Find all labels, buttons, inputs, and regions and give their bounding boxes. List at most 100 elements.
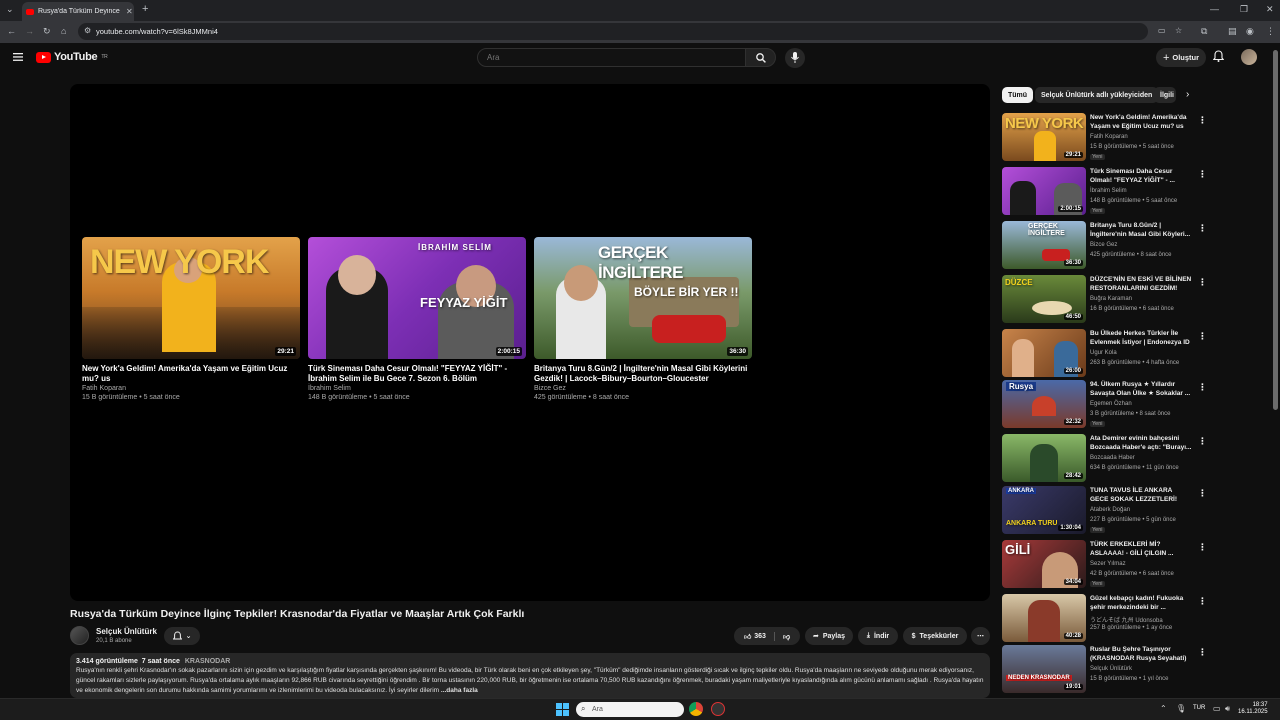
sidebar-video-item[interactable]: NEDEN KRASNODAR 19:01 Ruslar Bu Şehre Ta…	[1002, 645, 1212, 693]
download-button[interactable]: ⤓ İndir	[858, 627, 898, 645]
create-button[interactable]: + Oluştur	[1156, 48, 1206, 67]
channel-name[interactable]: Selçuk Ünlütürk	[96, 627, 157, 636]
more-vertical-icon[interactable]: ⋮	[1198, 169, 1207, 180]
sidebar-video-item[interactable]: ANKARA ANKARA TURU 1:30:04 TUNA TAVUS İL…	[1002, 486, 1212, 534]
minimize-icon[interactable]: —	[1210, 4, 1219, 14]
voice-search-button[interactable]	[785, 48, 805, 68]
site-info-icon[interactable]: ⚙	[84, 26, 91, 35]
maximize-icon[interactable]: ❐	[1240, 4, 1248, 15]
endscreen-title[interactable]: New York'a Geldim! Amerika'da Yaşam ve E…	[82, 364, 300, 384]
sidebar-title[interactable]: Güzel kebapçı kadın! Fukuoka şehir merke…	[1090, 594, 1192, 612]
endscreen-title[interactable]: Türk Sineması Daha Cesur Olmalı! "FEYYAZ…	[308, 364, 526, 384]
sidebar-title[interactable]: Britanya Turu 8.Gün/2 | İngiltere'nin Ma…	[1090, 221, 1192, 239]
sidebar-thumbnail[interactable]: 26:00	[1002, 329, 1086, 377]
like-button[interactable]: 👍︎ 363	[744, 631, 775, 641]
more-actions-button[interactable]: ⋯	[971, 627, 990, 645]
endscreen-thumbnail[interactable]: İBRAHİM SELİM FEYYAZ YİĞİT 2:00:15	[308, 237, 526, 359]
subscription-bell-button[interactable]: ⌄	[164, 627, 200, 645]
more-vertical-icon[interactable]: ⋮	[1198, 115, 1207, 126]
endscreen-thumbnail[interactable]: NEW YORK 29:21	[82, 237, 300, 359]
home-icon[interactable]: ⌂	[61, 26, 66, 36]
sidebar-title[interactable]: Ata Demirer evinin bahçesini Bozcaada Ha…	[1090, 434, 1192, 452]
bookmark-star-icon[interactable]: ☆	[1175, 26, 1182, 35]
sidebar-title[interactable]: Türk Sineması Daha Cesur Olmalı! "FEYYAZ…	[1090, 167, 1192, 185]
tab-search-icon[interactable]: ▤	[1228, 26, 1237, 37]
sidebar-title[interactable]: 94. Ülkem Rusya ★ Yıllardır Savaşta Olan…	[1090, 380, 1192, 398]
chip-all[interactable]: Tümü	[1002, 87, 1034, 103]
share-button[interactable]: ➦ Paylaş	[805, 627, 853, 645]
sidebar-thumbnail[interactable]: GİLİ 34:04	[1002, 540, 1086, 588]
taskbar-search[interactable]: ⌕ Ara	[576, 702, 684, 717]
forward-icon[interactable]: →	[25, 26, 34, 36]
close-window-icon[interactable]: ✕	[1266, 4, 1274, 15]
sidebar-video-item[interactable]: DÜZCE 46:50 DÜZCE'NİN EN ESKİ VE BİLİNEN…	[1002, 275, 1212, 323]
description-box[interactable]: 3.414 görüntüleme 7 saat önce KRASNODAR …	[70, 653, 990, 698]
more-vertical-icon[interactable]: ⋮	[1198, 223, 1207, 234]
network-icon[interactable]: ▭	[1213, 704, 1221, 713]
sidebar-video-item[interactable]: GERÇEK İNGİLTERE 36:30 Britanya Turu 8.G…	[1002, 221, 1212, 269]
sidebar-title[interactable]: TUNA TAVUS İLE ANKARA GECE SOKAK LEZZETL…	[1090, 486, 1192, 504]
sidebar-thumbnail[interactable]: 28:42	[1002, 434, 1086, 482]
windows-start-icon[interactable]	[556, 703, 569, 716]
sidebar-thumbnail[interactable]: ANKARA ANKARA TURU 1:30:04	[1002, 486, 1086, 534]
more-vertical-icon[interactable]: ⋮	[1198, 331, 1207, 342]
cast-icon[interactable]: ▭	[1158, 26, 1166, 35]
language-indicator[interactable]: TUR	[1193, 705, 1205, 711]
system-clock[interactable]: 18:37 16.11.2025	[1238, 702, 1268, 716]
sidebar-video-item[interactable]: Rusya 32:32 94. Ülkem Rusya ★ Yıllardır …	[1002, 380, 1212, 428]
sidebar-video-item[interactable]: 28:42 Ata Demirer evinin bahçesini Bozca…	[1002, 434, 1212, 482]
sidebar-title[interactable]: Bu Ülkede Herkes Türkler İle Evlenmek İs…	[1090, 329, 1192, 347]
sidebar-title[interactable]: DÜZCE'NİN EN ESKİ VE BİLİNEN RESTORANLAR…	[1090, 275, 1192, 293]
more-vertical-icon[interactable]: ⋮	[1198, 277, 1207, 288]
chrome-taskbar-icon[interactable]	[689, 702, 703, 716]
hamburger-menu-icon[interactable]	[13, 53, 23, 61]
sidebar-video-item[interactable]: GİLİ 34:04 TÜRK ERKEKLERİ Mİ? ASLAAAA! -…	[1002, 540, 1212, 588]
thanks-button[interactable]: $ Teşekkürler	[903, 627, 967, 645]
endscreen-card[interactable]: İBRAHİM SELİM FEYYAZ YİĞİT 2:00:15 Türk …	[308, 237, 526, 401]
more-vertical-icon[interactable]: ⋮	[1198, 542, 1207, 553]
profile-icon[interactable]: ◉	[1246, 26, 1254, 37]
extensions-icon[interactable]: ⧉	[1201, 26, 1207, 37]
dislike-button[interactable]: 👎︎	[779, 632, 790, 641]
tray-mic-icon[interactable]: 🎙︎	[1176, 704, 1186, 713]
sidebar-title[interactable]: TÜRK ERKEKLERİ Mİ? ASLAAAA! - GİLİ ÇILGI…	[1090, 540, 1192, 558]
sidebar-video-item[interactable]: 26:00 Bu Ülkede Herkes Türkler İle Evlen…	[1002, 329, 1212, 377]
sidebar-thumbnail[interactable]: NEW YORK 29:21	[1002, 113, 1086, 161]
sidebar-video-item[interactable]: 2:00:15 Türk Sineması Daha Cesur Olmalı!…	[1002, 167, 1212, 215]
endscreen-card[interactable]: GERÇEK İNGİLTERE BÖYLE BİR YER !! 36:30 …	[534, 237, 752, 401]
account-avatar[interactable]	[1241, 49, 1257, 65]
sidebar-thumbnail[interactable]: Rusya 32:32	[1002, 380, 1086, 428]
search-input[interactable]	[477, 48, 746, 67]
browser-menu-icon[interactable]: ⋮	[1266, 26, 1275, 37]
endscreen-title[interactable]: Britanya Turu 8.Gün/2 | İngiltere'nin Ma…	[534, 364, 752, 384]
browser-tab[interactable]: Rusya'da Türküm Deyince İlginç ✕	[22, 2, 134, 21]
sidebar-video-item[interactable]: NEW YORK 29:21 New York'a Geldim! Amerik…	[1002, 113, 1212, 161]
back-icon[interactable]: ←	[7, 26, 16, 36]
chip-from-uploader[interactable]: Selçuk Ünlütürk adlı yükleyiciden	[1035, 87, 1159, 103]
sidebar-thumbnail[interactable]: GERÇEK İNGİLTERE 36:30	[1002, 221, 1086, 269]
more-vertical-icon[interactable]: ⋮	[1198, 647, 1207, 658]
app-taskbar-icon[interactable]	[711, 702, 725, 716]
channel-avatar[interactable]	[70, 626, 89, 645]
notifications-bell-icon[interactable]	[1213, 50, 1224, 62]
page-scrollbar[interactable]	[1273, 50, 1278, 410]
video-player[interactable]: NEW YORK 29:21 New York'a Geldim! Amerik…	[70, 84, 990, 601]
hashtag[interactable]: KRASNODAR	[185, 658, 231, 665]
sidebar-title[interactable]: New York'a Geldim! Amerika'da Yaşam ve E…	[1090, 113, 1192, 131]
close-tab-icon[interactable]: ✕	[126, 7, 133, 16]
new-tab-icon[interactable]: +	[142, 3, 148, 15]
sidebar-thumbnail[interactable]: NEDEN KRASNODAR 19:01	[1002, 645, 1086, 693]
endscreen-card[interactable]: NEW YORK 29:21 New York'a Geldim! Amerik…	[82, 237, 300, 401]
sidebar-thumbnail[interactable]: 40:28	[1002, 594, 1086, 642]
sidebar-video-item[interactable]: 40:28 Güzel kebapçı kadın! Fukuoka şehir…	[1002, 594, 1212, 642]
chevron-right-icon[interactable]: ›	[1186, 89, 1189, 100]
tab-list-icon[interactable]: ⌄	[6, 4, 14, 15]
tray-chevron-icon[interactable]: ⌃	[1160, 704, 1167, 713]
youtube-logo[interactable]: YouTube TR	[36, 51, 108, 63]
show-more-link[interactable]: ...daha fazla	[441, 687, 478, 694]
more-vertical-icon[interactable]: ⋮	[1198, 436, 1207, 447]
chip-related[interactable]: İlgili	[1154, 87, 1176, 103]
sidebar-thumbnail[interactable]: 2:00:15	[1002, 167, 1086, 215]
sidebar-title[interactable]: Ruslar Bu Şehre Taşınıyor (KRASNODAR Rus…	[1090, 645, 1192, 663]
more-vertical-icon[interactable]: ⋮	[1198, 488, 1207, 499]
